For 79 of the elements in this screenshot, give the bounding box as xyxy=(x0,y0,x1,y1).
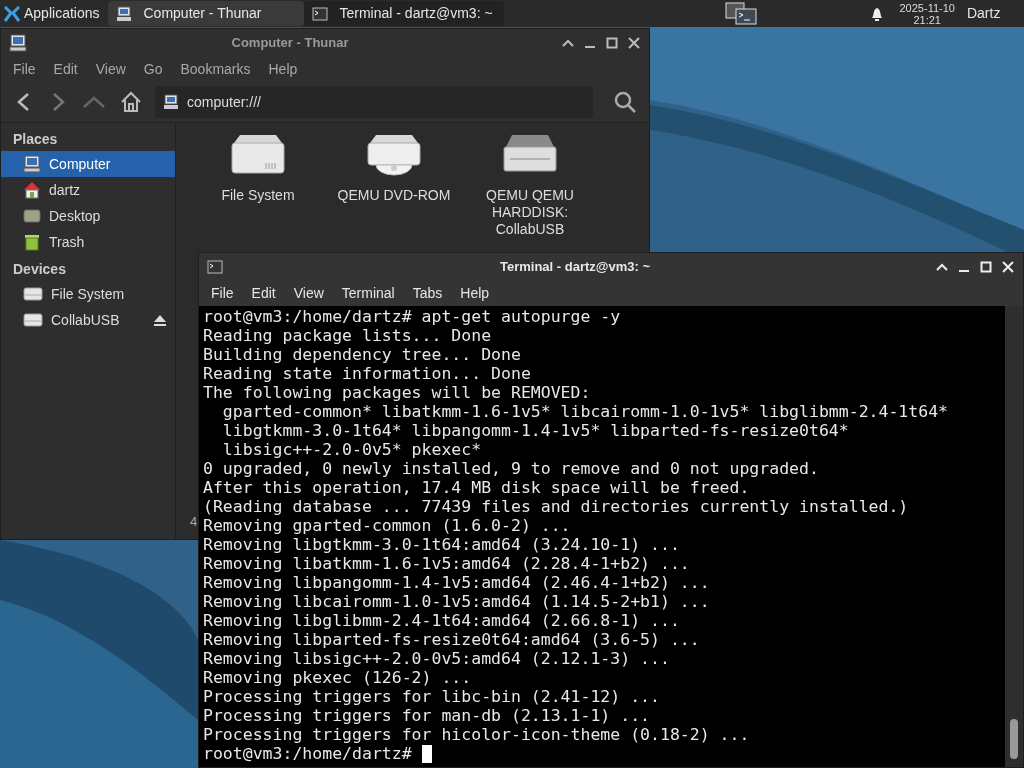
computer-icon xyxy=(23,155,41,173)
terminal-line: Removing libglibmm-2.4-1t64:amd64 (2.66.8-1) ... xyxy=(203,611,680,630)
terminal-line: root@vm3:/home/dartz# apt-get autopurge -y xyxy=(203,307,621,326)
close-icon[interactable] xyxy=(627,35,641,50)
menu-item[interactable]: Help xyxy=(259,58,307,80)
maximize-icon[interactable] xyxy=(605,35,619,50)
sidebar-item[interactable]: Desktop xyxy=(1,203,175,229)
computer-icon xyxy=(115,5,132,22)
drive-icon xyxy=(23,312,43,328)
clock-time: 21:21 xyxy=(913,13,941,26)
file-label[interactable]: QEMU QEMU HARDDISK: CollabUSB xyxy=(473,187,587,238)
terminal-line: Removing libpangomm-1.4-1v5:amd64 (2.46.4-1+b2) ... xyxy=(203,573,710,592)
menu-item[interactable]: Edit xyxy=(44,58,87,80)
menu-item[interactable]: Help xyxy=(451,282,499,304)
computer-icon xyxy=(163,94,179,110)
menu-item[interactable]: View xyxy=(86,58,135,80)
status-text: 4 xyxy=(190,512,198,531)
terminal-line: root@vm3:/home/dartz# xyxy=(203,744,413,763)
house-icon xyxy=(23,181,41,199)
menu-item[interactable]: File xyxy=(202,282,243,304)
maximize-icon[interactable] xyxy=(979,259,993,274)
section-heading: Places xyxy=(12,129,59,149)
terminal-line: Processing triggers for libc-bin (2.41-12) ... xyxy=(203,687,660,706)
menu-item[interactable]: Terminal xyxy=(332,282,404,304)
terminal-line: Removing libatkmm-1.6-1v5:amd64 (2.28.4-1+b2) ... xyxy=(203,554,690,573)
taskbar-button[interactable]: Computer - Thunar xyxy=(107,1,304,26)
desktop-icon xyxy=(23,207,41,225)
user-name[interactable]: Dartz xyxy=(966,3,1001,24)
menu-item[interactable]: Edit xyxy=(242,282,285,304)
terminal-line: Reading state information... Done xyxy=(203,364,531,383)
window-title: Terminal - dartz@vm3: ~ xyxy=(498,257,652,276)
menu-item[interactable]: Bookmarks xyxy=(171,58,260,80)
terminal-line: (Reading database ... 77439 files and directories currently installed.) xyxy=(203,497,909,516)
terminal-line: gparted-common* libatkmm-1.6-1v5* libcairomm-1.0-1v5* libglibmm-2.4-1t64* xyxy=(221,402,949,421)
sidebar-item[interactable]: dartz xyxy=(1,177,175,203)
terminal-line: 0 upgraded, 0 newly installed, 9 to remove and 0 not upgraded. xyxy=(203,459,819,478)
sidebar-item[interactable]: File System xyxy=(1,281,175,307)
eject-icon[interactable] xyxy=(153,313,167,327)
drive-icon xyxy=(23,286,43,302)
sidebar-item[interactable]: CollabUSB xyxy=(51,309,145,331)
computer-icon xyxy=(9,33,27,52)
sidebar-item[interactable]: Trash xyxy=(1,229,175,255)
taskbar-button[interactable]: Terminal - dartz@vm3: ~ xyxy=(303,1,504,26)
bell-icon[interactable] xyxy=(869,5,884,22)
terminal-line: libgtkmm-3.0-1t64* libpangomm-1.4-1v5* libparted-fs-resize0t64* xyxy=(221,421,849,440)
location-field[interactable]: computer:/// xyxy=(155,86,593,118)
terminal-line: Processing triggers for hicolor-icon-theme (0.18-2) ... xyxy=(203,725,750,744)
file-label[interactable]: QEMU DVD-ROM xyxy=(337,187,451,204)
terminal-line: libsigc++-2.0-0v5* pkexec* xyxy=(221,440,482,459)
window-title: Computer - Thunar xyxy=(230,33,350,52)
terminal-line: Removing libsigc++-2.0-0v5:amd64 (2.12.1-3) ... xyxy=(203,649,670,668)
scrollbar-thumb[interactable] xyxy=(1010,719,1018,759)
clock-date: 2025-11-10 xyxy=(899,1,955,14)
trash-icon xyxy=(23,233,41,251)
terminal-line: Building dependency tree... Done xyxy=(203,345,521,364)
file-label[interactable]: File System xyxy=(201,187,315,204)
section-heading: Devices xyxy=(12,259,67,279)
terminal-icon xyxy=(311,5,328,22)
terminal-line: Removing libparted-fs-resize0t64:amd64 (3.6-5) ... xyxy=(203,630,700,649)
terminal-line: Removing pkexec (126-2) ... xyxy=(203,668,472,687)
terminal-line: Removing gparted-common (1.6.0-2) ... xyxy=(203,516,571,535)
home-icon[interactable] xyxy=(119,90,143,114)
sidebar-item[interactable]: Computer xyxy=(1,151,175,177)
terminal-line: Processing triggers for man-db (2.13.1-1) ... xyxy=(203,706,651,725)
menu-item[interactable]: Tabs xyxy=(403,282,452,304)
terminal-line: Removing libcairomm-1.0-1v5:amd64 (1.14.5-2+b1) ... xyxy=(203,592,710,611)
terminal-icon xyxy=(207,258,223,275)
text-cursor xyxy=(421,744,432,763)
workspace-switcher-icon[interactable] xyxy=(723,0,760,27)
menu-item[interactable]: Go xyxy=(134,58,172,80)
terminal-line: After this operation, 17.4 MB disk space will be freed. xyxy=(203,478,750,497)
search-icon[interactable] xyxy=(613,90,637,114)
terminal-line: The following packages will be REMOVED: xyxy=(203,383,591,402)
app-menu-icon[interactable] xyxy=(4,5,20,22)
applications-menu[interactable]: Applications xyxy=(24,3,100,24)
terminal-line: Removing libgtkmm-3.0-1t64:amd64 (3.24.10-1) ... xyxy=(203,535,680,554)
menu-item[interactable]: File xyxy=(4,58,45,80)
menu-item[interactable]: View xyxy=(284,282,333,304)
terminal-line: Reading package lists... Done xyxy=(203,326,492,345)
